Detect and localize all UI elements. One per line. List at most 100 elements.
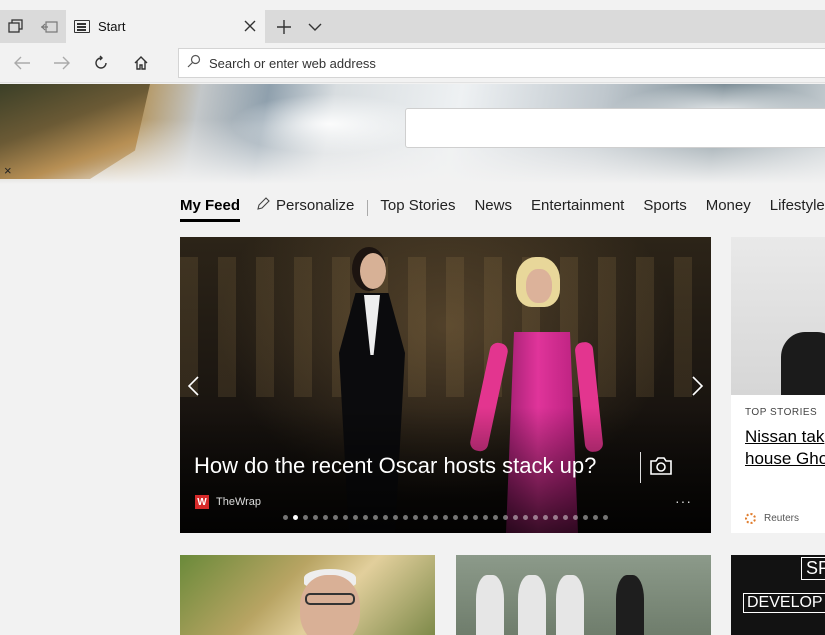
chevron-down-icon bbox=[308, 23, 322, 31]
carousel-dot[interactable] bbox=[303, 515, 308, 520]
carousel-dot[interactable] bbox=[323, 515, 328, 520]
tab-start[interactable]: Start bbox=[66, 10, 265, 43]
carousel-dot[interactable] bbox=[463, 515, 468, 520]
card-photo-text: SP bbox=[801, 557, 825, 580]
set-aside-tabs-button[interactable] bbox=[0, 10, 32, 43]
carousel-prev-button[interactable] bbox=[180, 373, 206, 399]
more-options-button[interactable]: ··· bbox=[675, 493, 692, 509]
back-button[interactable] bbox=[2, 43, 42, 83]
carousel-dot[interactable] bbox=[553, 515, 558, 520]
carousel-dot[interactable] bbox=[283, 515, 288, 520]
card-title[interactable]: Nissan tak house Gho bbox=[745, 426, 825, 470]
plus-icon bbox=[277, 19, 291, 34]
feed-nav-my-feed[interactable]: My Feed bbox=[180, 197, 241, 222]
carousel-dot[interactable] bbox=[493, 515, 498, 520]
source-name: Reuters bbox=[764, 513, 800, 524]
carousel-dot[interactable] bbox=[383, 515, 388, 520]
hero-rock bbox=[0, 84, 150, 179]
carousel-dot[interactable] bbox=[523, 515, 528, 520]
tab-list-button[interactable] bbox=[300, 10, 330, 43]
feed-nav-top-stories[interactable]: Top Stories bbox=[380, 197, 455, 219]
feed-nav-personalize[interactable]: Personalize bbox=[276, 197, 354, 219]
card-photo bbox=[300, 575, 360, 635]
news-card[interactable] bbox=[456, 555, 711, 635]
pencil-icon bbox=[257, 197, 270, 213]
stage-backdrop bbox=[180, 257, 711, 397]
feed-nav-sports[interactable]: Sports bbox=[643, 197, 686, 219]
carousel-dot[interactable] bbox=[313, 515, 318, 520]
card-source: Reuters bbox=[745, 513, 799, 524]
navigation-bar bbox=[0, 43, 825, 83]
forward-button[interactable] bbox=[42, 43, 82, 83]
carousel-dot[interactable] bbox=[353, 515, 358, 520]
divider bbox=[367, 200, 369, 216]
card-photo bbox=[731, 237, 825, 395]
hero-source: W TheWrap bbox=[195, 495, 261, 509]
tab-strip: Start bbox=[0, 10, 825, 43]
carousel-dot[interactable] bbox=[373, 515, 378, 520]
carousel-dot[interactable] bbox=[443, 515, 448, 520]
card-photo bbox=[616, 575, 644, 635]
forward-arrow-icon bbox=[54, 56, 70, 70]
news-card[interactable] bbox=[180, 555, 435, 635]
hero-news-card[interactable]: How do the recent Oscar hosts stack up? … bbox=[180, 237, 711, 533]
card-photo-text: DEVELOP bbox=[743, 593, 825, 613]
divider bbox=[640, 452, 641, 483]
back-arrow-icon bbox=[14, 56, 30, 70]
carousel-dot[interactable] bbox=[513, 515, 518, 520]
tab-close-button[interactable] bbox=[235, 10, 265, 43]
carousel-dot[interactable] bbox=[603, 515, 608, 520]
carousel-dot[interactable] bbox=[403, 515, 408, 520]
feed-nav: My Feed Personalize Top Stories News Ent… bbox=[180, 197, 825, 223]
feed-nav-entertainment[interactable]: Entertainment bbox=[531, 197, 624, 219]
reuters-logo-icon bbox=[745, 513, 756, 524]
carousel-dot[interactable] bbox=[473, 515, 478, 520]
carousel-dot[interactable] bbox=[343, 515, 348, 520]
carousel-dot[interactable] bbox=[483, 515, 488, 520]
carousel-indicator bbox=[280, 515, 611, 520]
top-story-card[interactable]: TOP STORIES Nissan tak house Gho Reuters bbox=[731, 237, 825, 533]
restore-tabs-button[interactable] bbox=[33, 10, 65, 43]
tab-title: Start bbox=[98, 19, 126, 34]
carousel-dot[interactable] bbox=[593, 515, 598, 520]
search-icon bbox=[187, 54, 203, 73]
carousel-dot[interactable] bbox=[333, 515, 338, 520]
carousel-next-button[interactable] bbox=[685, 373, 711, 399]
carousel-dot[interactable] bbox=[503, 515, 508, 520]
chevron-left-icon bbox=[187, 376, 199, 396]
feed-nav-lifestyle[interactable]: Lifestyle bbox=[770, 197, 825, 219]
source-logo: W bbox=[195, 495, 209, 509]
web-search-box[interactable] bbox=[405, 108, 825, 148]
carousel-dot[interactable] bbox=[563, 515, 568, 520]
carousel-dot[interactable] bbox=[433, 515, 438, 520]
carousel-dot[interactable] bbox=[363, 515, 368, 520]
refresh-icon bbox=[95, 55, 107, 69]
start-page-icon bbox=[74, 20, 90, 33]
carousel-dot[interactable] bbox=[533, 515, 538, 520]
home-button[interactable] bbox=[121, 43, 161, 83]
hero-headline[interactable]: How do the recent Oscar hosts stack up? bbox=[194, 453, 596, 479]
address-bar[interactable] bbox=[178, 48, 825, 78]
set-aside-tabs-icon bbox=[8, 18, 23, 33]
camera-icon bbox=[649, 456, 675, 478]
carousel-dot[interactable] bbox=[293, 515, 298, 520]
close-icon bbox=[244, 20, 256, 32]
carousel-dot[interactable] bbox=[423, 515, 428, 520]
carousel-dot[interactable] bbox=[543, 515, 548, 520]
address-input[interactable] bbox=[209, 55, 769, 71]
card-category: TOP STORIES bbox=[745, 407, 818, 418]
carousel-dot[interactable] bbox=[583, 515, 588, 520]
source-name: TheWrap bbox=[216, 496, 262, 508]
carousel-dot[interactable] bbox=[573, 515, 578, 520]
news-card[interactable]: SP DEVELOP bbox=[731, 555, 825, 635]
home-icon bbox=[134, 56, 148, 70]
chevron-right-icon bbox=[692, 376, 704, 396]
carousel-dot[interactable] bbox=[413, 515, 418, 520]
feed-nav-news[interactable]: News bbox=[474, 197, 512, 219]
feed-nav-money[interactable]: Money bbox=[706, 197, 751, 219]
new-tab-button[interactable] bbox=[268, 10, 300, 43]
carousel-dot[interactable] bbox=[453, 515, 458, 520]
carousel-dot[interactable] bbox=[393, 515, 398, 520]
dismiss-button[interactable]: × bbox=[4, 164, 12, 178]
refresh-button[interactable] bbox=[81, 43, 121, 83]
